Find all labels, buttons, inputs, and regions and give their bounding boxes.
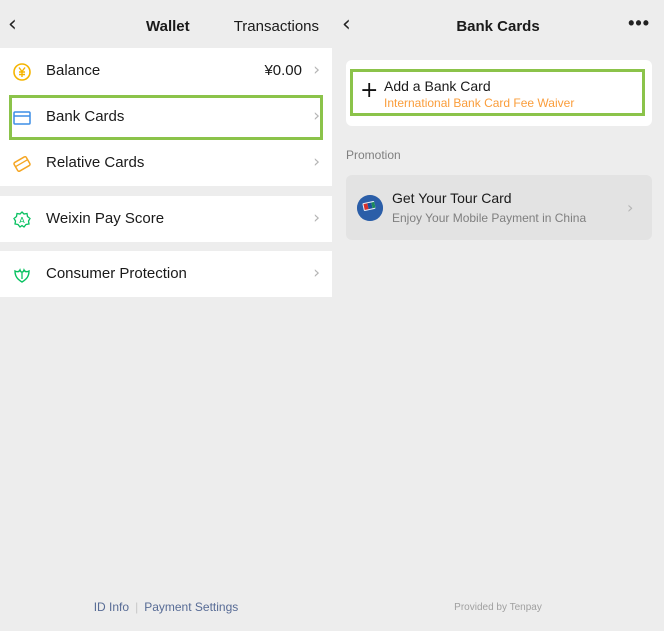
protection-icon [14,268,30,283]
relative-card-icon [13,155,31,173]
wallet-footer: ID Info | Payment Settings [0,600,332,614]
back-icon[interactable]: ‹ [8,14,17,36]
yen-coin-icon [13,63,31,81]
chevron-right-icon: › [313,208,320,228]
payment-settings-link[interactable]: Payment Settings [144,600,238,614]
bank-cards-label: Bank Cards [46,108,125,125]
tour-card-subtitle: Enjoy Your Mobile Payment in China [392,211,587,225]
wallet-group-1: Balance ¥0.00 › Bank Cards › Relative Ca… [0,48,332,186]
chevron-right-icon: › [313,106,320,126]
svg-text:A: A [19,216,25,225]
consumer-protection-label: Consumer Protection [46,265,187,282]
balance-label: Balance [46,62,101,79]
page-title: Wallet [146,18,190,35]
provided-by-text: Provided by Tenpay [454,602,542,613]
wallet-group-2: A Weixin Pay Score › [0,196,332,242]
tour-card-title: Get Your Tour Card [392,190,512,206]
tour-card-icon [357,195,383,221]
pay-score-row[interactable]: A Weixin Pay Score › [0,196,332,242]
promotion-label: Promotion [346,148,401,162]
relative-cards-label: Relative Cards [46,154,145,171]
tour-card-promo[interactable] [346,175,652,240]
add-card-title: Add a Bank Card [384,78,491,94]
page-title: Bank Cards [456,18,540,35]
chevron-right-icon: › [313,152,320,172]
chevron-right-icon: › [313,60,320,80]
chevron-right-icon: › [627,198,634,217]
bank-cards-row[interactable]: Bank Cards › [0,94,332,140]
relative-cards-row[interactable]: Relative Cards › [0,140,332,186]
footer-divider: | [135,600,139,614]
balance-row[interactable]: Balance ¥0.00 › [0,48,332,94]
wallet-header: ‹ Wallet Transactions [0,0,332,52]
pay-score-icon: A [13,211,31,228]
pay-score-label: Weixin Pay Score [46,210,165,227]
card-icon [13,111,31,125]
add-card-subtitle: International Bank Card Fee Waiver [384,96,575,110]
transactions-link[interactable]: Transactions [234,18,319,35]
plus-icon: + [360,78,379,103]
bank-cards-header: ‹ Bank Cards ••• [332,0,664,52]
more-icon[interactable]: ••• [628,13,650,34]
wallet-panel: ‹ Wallet Transactions Balance ¥0.00 › Ba… [0,0,332,631]
chevron-right-icon: › [313,263,320,283]
wallet-group-3: Consumer Protection › [0,251,332,297]
consumer-protection-row[interactable]: Consumer Protection › [0,251,332,297]
id-info-link[interactable]: ID Info [94,600,129,614]
balance-value: ¥0.00 [264,62,302,79]
